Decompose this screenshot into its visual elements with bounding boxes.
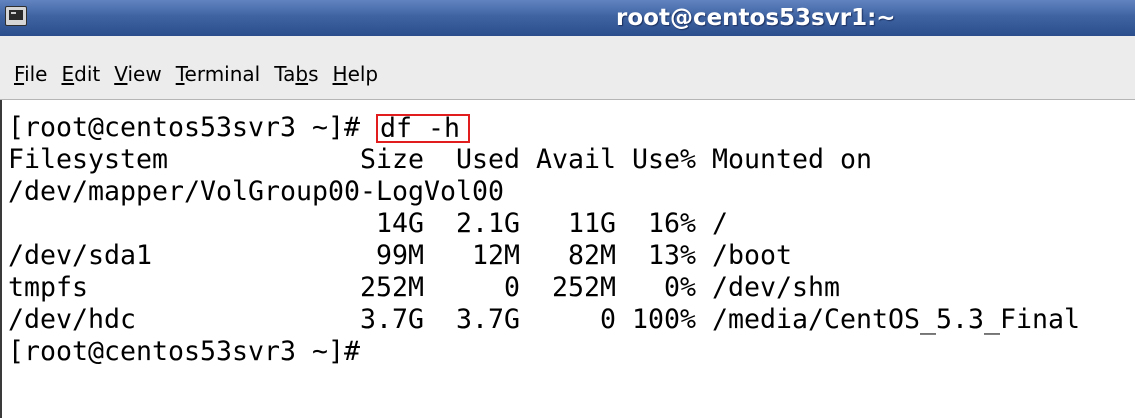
df-header-filesystem: Filesystem — [8, 144, 169, 175]
final-prompt-line: [root@centos53svr3 ~]# — [8, 336, 1135, 368]
shell-prompt: [root@centos53svr3 ~]# — [8, 112, 361, 143]
terminal-icon-prompt — [11, 12, 16, 14]
df-cell-avail: 0 — [600, 304, 617, 335]
df-row: /dev/sda1 99M 12M 82M 13% /boot — [8, 240, 1135, 272]
df-cell-used: 0 — [504, 272, 521, 303]
df-header-size: Size — [360, 144, 425, 175]
df-cell-mounted-on: /dev/shm — [712, 272, 841, 303]
df-cell-avail: 82M — [568, 240, 617, 271]
menu-help[interactable]: Help — [326, 61, 386, 87]
window-title: root@centos53svr1:~ — [616, 5, 896, 31]
df-cell-avail: 252M — [552, 272, 617, 303]
terminal-screen[interactable]: [root@centos53svr3 ~]# df -h Filesystem … — [0, 100, 1135, 418]
df-cell-used: 12M — [472, 240, 521, 271]
df-header-mounted-on: Mounted on — [712, 144, 873, 175]
df-cell-used: 3.7G — [456, 304, 521, 335]
df-cell-use-percent: 16% — [648, 208, 697, 239]
terminal-window: root@centos53svr1:~ File Edit View Termi… — [0, 0, 1135, 418]
command-highlight: df -h — [376, 113, 471, 143]
menu-bar: File Edit View Terminal Tabs Help — [0, 36, 1135, 100]
df-cell-filesystem: tmpfs — [8, 272, 89, 303]
menu-edit[interactable]: Edit — [54, 61, 107, 87]
df-row: /dev/hdc 3.7G 3.7G 0 100% /media/CentOS_… — [8, 304, 1135, 336]
shell-prompt: [root@centos53svr3 ~]# — [8, 336, 361, 367]
df-row: tmpfs 252M 0 252M 0% /dev/shm — [8, 272, 1135, 304]
df-cell-size: 3.7G — [360, 304, 425, 335]
terminal-icon[interactable] — [5, 6, 27, 26]
df-header-used: Used — [456, 144, 521, 175]
command-line: [root@centos53svr3 ~]# df -h — [8, 112, 1135, 144]
menu-terminal[interactable]: Terminal — [169, 61, 268, 87]
df-cell-size: 99M — [376, 240, 425, 271]
df-header-row: Filesystem Size Used Avail Use% Mounted … — [8, 144, 1135, 176]
df-cell-filesystem: /dev/sda1 — [8, 240, 153, 271]
df-cell-size: 14G — [376, 208, 425, 239]
menu-tabs[interactable]: Tabs — [267, 61, 325, 87]
df-cell-used: 2.1G — [456, 208, 521, 239]
df-cell-mounted-on: /boot — [712, 240, 793, 271]
df-cell-mounted-on: /media/CentOS_5.3_Final — [712, 304, 1081, 335]
df-cell-filesystem: /dev/hdc — [8, 304, 137, 335]
menu-file[interactable]: File — [7, 61, 54, 87]
df-cell-size: 252M — [360, 272, 425, 303]
df-cell-use-percent: 100% — [632, 304, 697, 335]
df-cell-use-percent: 13% — [648, 240, 697, 271]
df-header-use-percent: Use% — [632, 144, 697, 175]
df-cell-mounted-on: / — [712, 208, 729, 239]
df-cell-use-percent: 0% — [664, 272, 697, 303]
df-cell-filesystem: /dev/mapper/VolGroup00-LogVol00 — [8, 176, 505, 207]
df-cell-avail: 11G — [568, 208, 617, 239]
df-row-values-line: 14G 2.1G 11G 16% / — [8, 208, 1135, 240]
title-bar[interactable]: root@centos53svr1:~ — [0, 0, 1135, 36]
df-header-avail: Avail — [536, 144, 617, 175]
df-row-filesystem-line: /dev/mapper/VolGroup00-LogVol00 — [8, 176, 1135, 208]
menu-view[interactable]: View — [107, 61, 168, 87]
